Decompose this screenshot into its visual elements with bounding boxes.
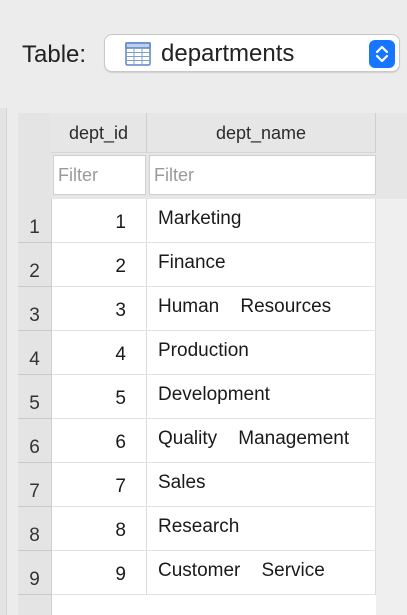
table-row[interactable]: 3 3 Human Resources: [18, 287, 376, 331]
cell-dept-name[interactable]: Sales: [147, 463, 376, 507]
cell-dept-name[interactable]: Marketing: [147, 199, 376, 243]
cell-dept-id[interactable]: 5: [52, 375, 147, 419]
row-number[interactable]: 3: [18, 287, 51, 331]
cell-dept-id[interactable]: 7: [52, 463, 147, 507]
table-label: Table:: [22, 41, 87, 68]
grid-empty-area: [376, 199, 407, 615]
column-header-dept-name[interactable]: dept_name: [147, 113, 376, 153]
selected-table-value: departments: [161, 40, 295, 67]
cell-dept-id[interactable]: 8: [52, 507, 147, 551]
filter-input-dept-name[interactable]: [149, 155, 376, 195]
table-icon: [125, 42, 151, 66]
row-number[interactable]: 2: [18, 243, 51, 287]
window-left-edge: [0, 108, 7, 615]
row-number[interactable]: 1: [18, 199, 51, 243]
up-down-stepper-icon[interactable]: [369, 40, 395, 68]
data-grid: dept_id dept_name 1 1 Marketing 2 2 Fina…: [18, 113, 407, 615]
cell-dept-id[interactable]: 1: [52, 199, 147, 243]
cell-dept-id[interactable]: 3: [52, 287, 147, 331]
table-row[interactable]: 1 1 Marketing: [18, 199, 376, 243]
cell-dept-id[interactable]: 9: [52, 551, 147, 595]
toolbar: Table: departments: [0, 0, 407, 108]
cell-dept-name[interactable]: Finance: [147, 243, 376, 287]
row-number[interactable]: 8: [18, 507, 51, 551]
table-row[interactable]: 2 2 Finance: [18, 243, 376, 287]
row-number[interactable]: 5: [18, 375, 51, 419]
row-number[interactable]: 4: [18, 331, 51, 375]
cell-dept-name[interactable]: Human Resources: [147, 287, 376, 331]
row-number[interactable]: 6: [18, 419, 51, 463]
table-row[interactable]: 7 7 Sales: [18, 463, 376, 507]
table-row[interactable]: 4 4 Production: [18, 331, 376, 375]
cell-dept-name[interactable]: Production: [147, 331, 376, 375]
table-row[interactable]: 5 5 Development: [18, 375, 376, 419]
table-select[interactable]: departments: [104, 34, 400, 72]
cell-dept-name[interactable]: Customer Service: [147, 551, 376, 595]
cell-dept-name[interactable]: Research: [147, 507, 376, 551]
cell-dept-id[interactable]: 6: [52, 419, 147, 463]
table-row[interactable]: 9 9 Customer Service: [18, 551, 376, 595]
row-number[interactable]: 7: [18, 463, 51, 507]
cell-dept-name[interactable]: Quality Management: [147, 419, 376, 463]
cell-dept-id[interactable]: 4: [52, 331, 147, 375]
filter-input-dept-id[interactable]: [53, 155, 146, 195]
cell-dept-id[interactable]: 2: [52, 243, 147, 287]
column-header-dept-id[interactable]: dept_id: [51, 113, 147, 153]
row-number[interactable]: 9: [18, 551, 51, 595]
table-row[interactable]: 6 6 Quality Management: [18, 419, 376, 463]
table-row[interactable]: 8 8 Research: [18, 507, 376, 551]
cell-dept-name[interactable]: Development: [147, 375, 376, 419]
